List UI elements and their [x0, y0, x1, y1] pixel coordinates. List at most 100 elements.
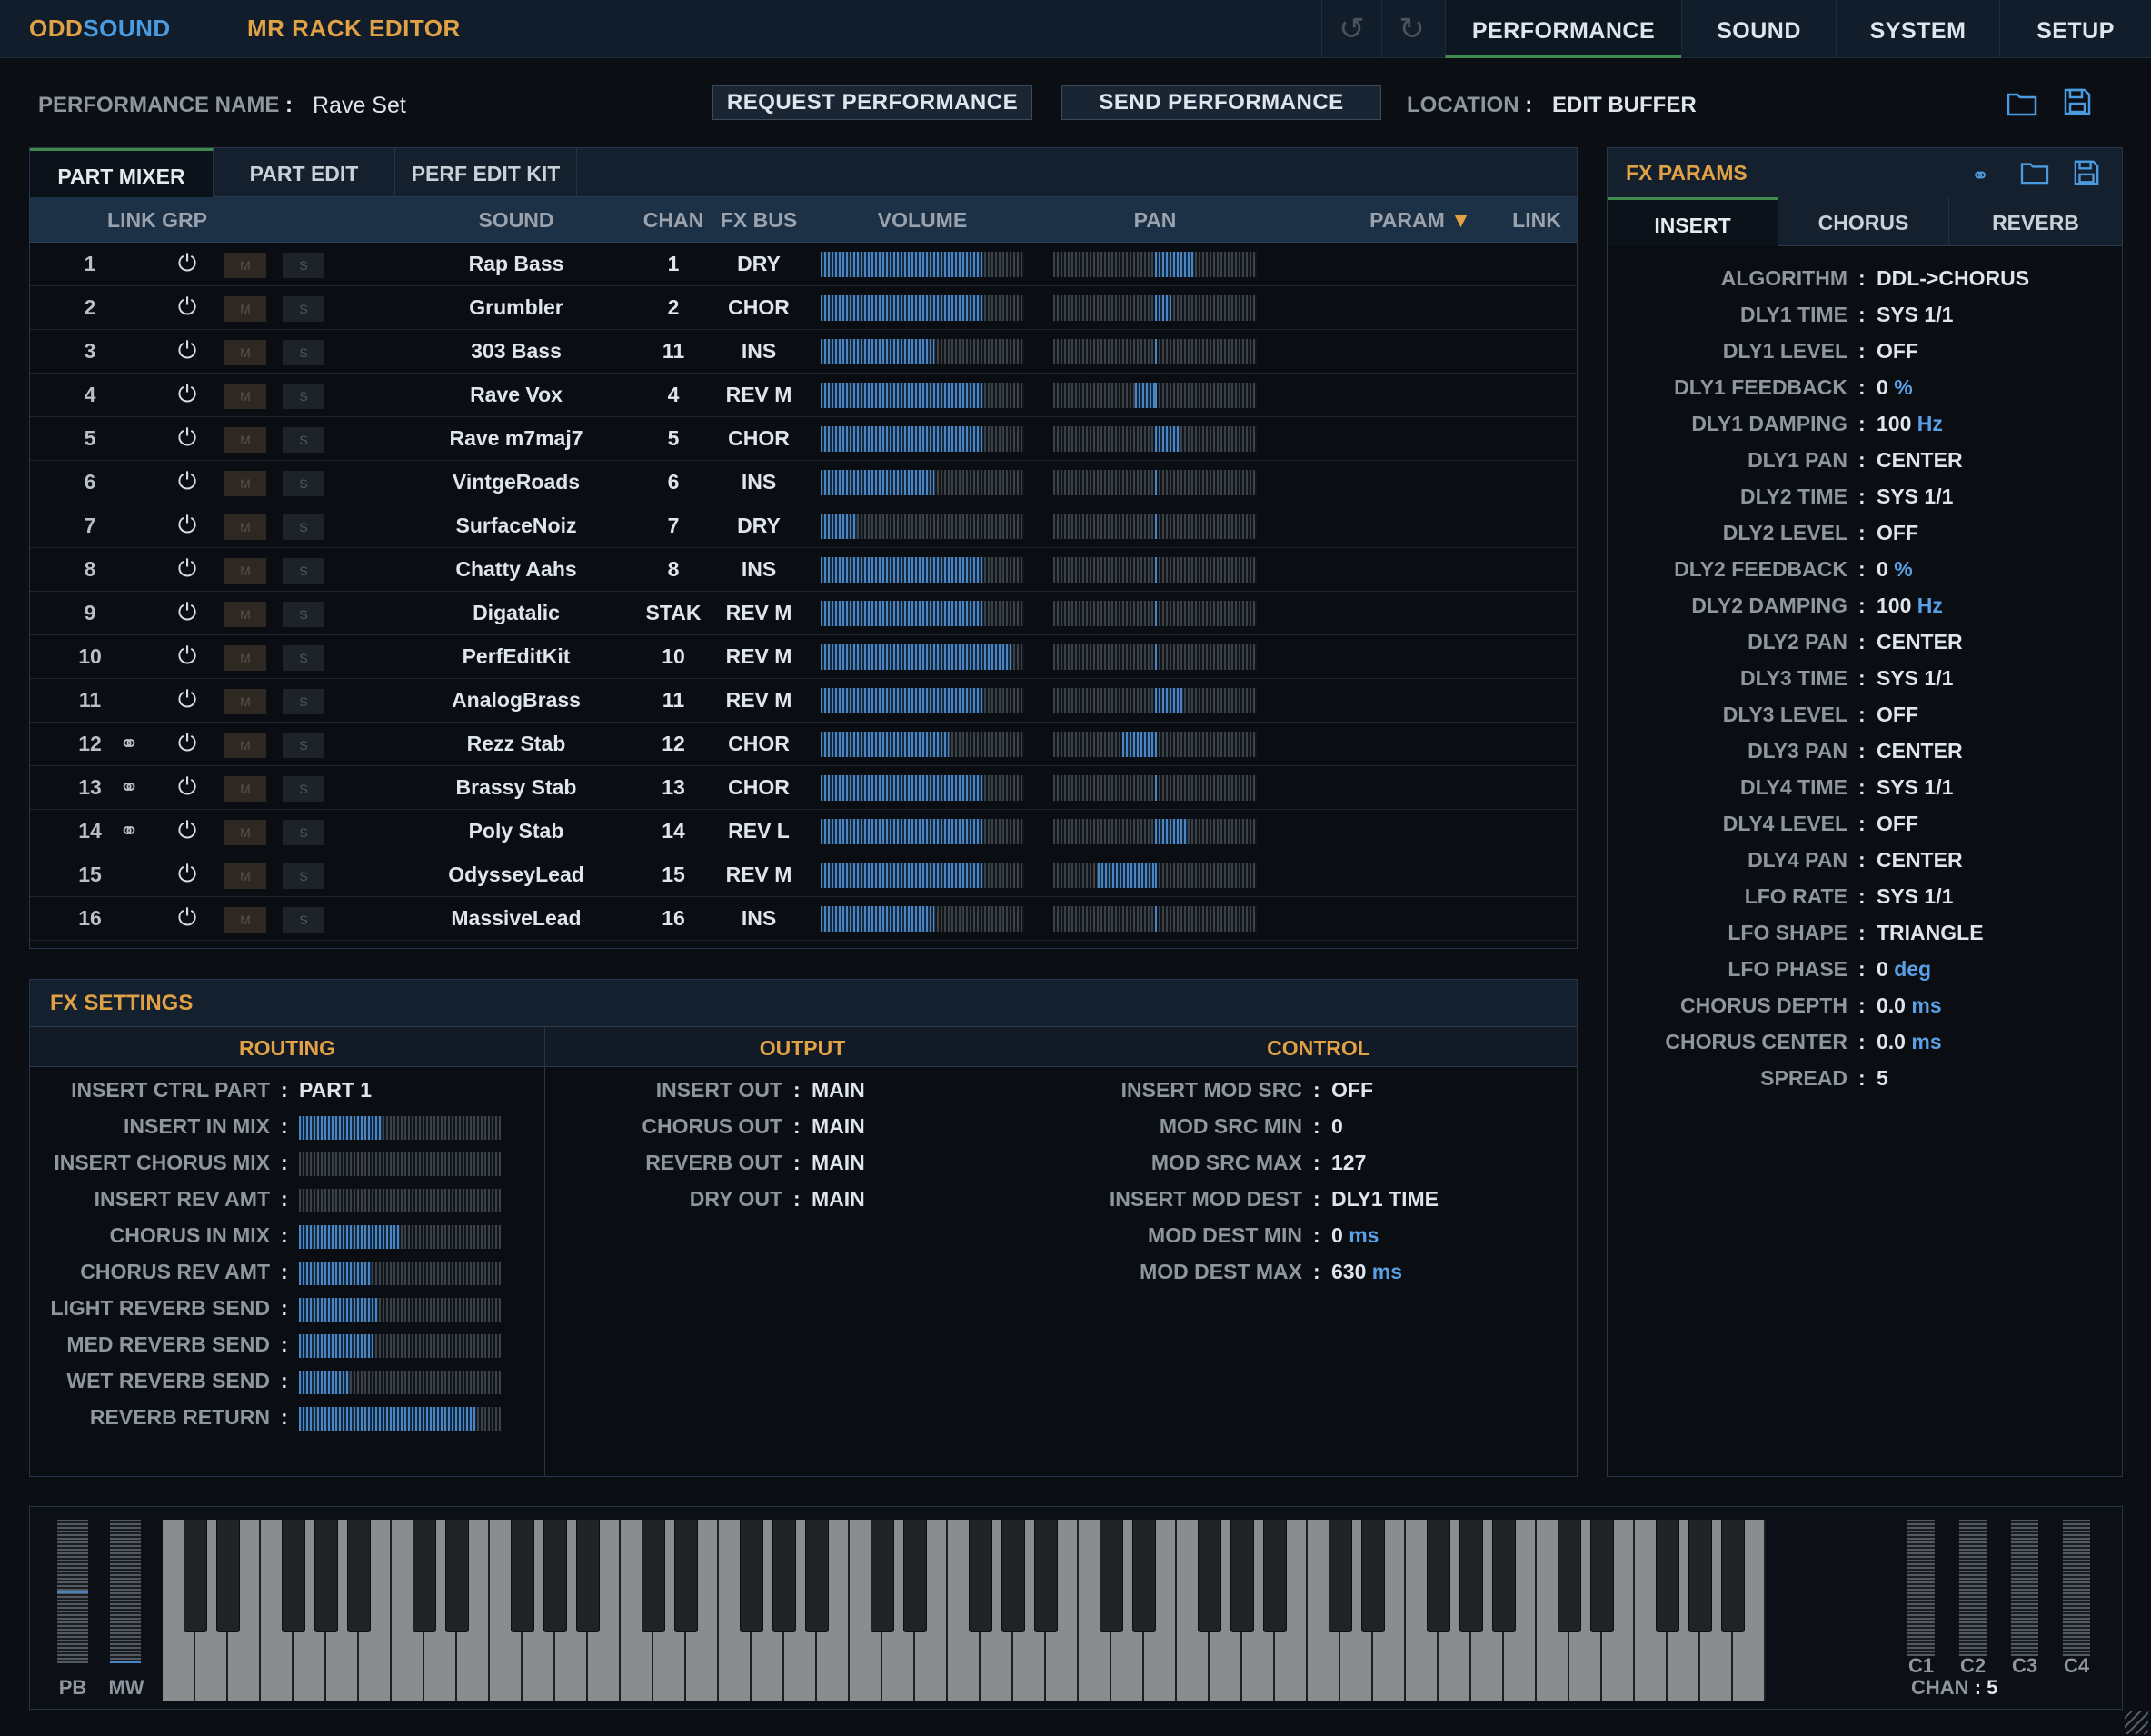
routing-level-slider[interactable]	[299, 1298, 501, 1322]
sound-name[interactable]: Rap Bass	[393, 252, 639, 276]
volume-slider[interactable]	[821, 819, 1024, 844]
channel[interactable]: 13	[637, 775, 710, 800]
power-icon[interactable]: ⏻	[175, 685, 199, 713]
black-key[interactable]	[1198, 1520, 1221, 1632]
undo-icon[interactable]: ↺	[1321, 0, 1381, 58]
channel[interactable]: 2	[637, 295, 710, 320]
tab-chorus[interactable]: CHORUS	[1778, 197, 1949, 246]
fx-bus[interactable]: INS	[713, 906, 804, 931]
pan-slider[interactable]	[1053, 295, 1257, 321]
fx-param-value[interactable]: OFF	[1877, 812, 1918, 836]
power-icon[interactable]: ⏻	[175, 249, 199, 276]
black-key[interactable]	[445, 1520, 469, 1632]
mod-wheel[interactable]	[110, 1520, 141, 1663]
black-key[interactable]	[216, 1520, 240, 1632]
black-key[interactable]	[1688, 1520, 1712, 1632]
performance-name-field[interactable]: Rave Set	[313, 93, 406, 119]
mute-button[interactable]: M	[224, 602, 266, 627]
black-key[interactable]	[871, 1520, 894, 1632]
power-icon[interactable]: ⏻	[175, 424, 199, 451]
black-key[interactable]	[511, 1520, 534, 1632]
black-key[interactable]	[1492, 1520, 1516, 1632]
power-icon[interactable]: ⏻	[175, 903, 199, 931]
sound-name[interactable]: Rezz Stab	[393, 732, 639, 756]
routing-level-slider[interactable]	[299, 1225, 501, 1249]
control-value[interactable]: 0 ms	[1331, 1223, 1379, 1248]
mute-button[interactable]: M	[224, 296, 266, 322]
fx-param-value[interactable]: CENTER	[1877, 630, 1963, 654]
save-icon[interactable]	[2063, 87, 2092, 121]
black-key[interactable]	[805, 1520, 829, 1632]
controller-strip[interactable]	[1959, 1520, 1987, 1656]
send-performance-button[interactable]: SEND PERFORMANCE	[1061, 85, 1381, 120]
sound-name[interactable]: MassiveLead	[393, 906, 639, 931]
mute-button[interactable]: M	[224, 689, 266, 714]
link-icon[interactable]: ⚭	[1971, 163, 1989, 189]
fx-bus[interactable]: CHOR	[713, 426, 804, 451]
power-icon[interactable]: ⏻	[175, 467, 199, 494]
channel[interactable]: 11	[637, 339, 710, 364]
control-value[interactable]: OFF	[1331, 1078, 1373, 1102]
black-key[interactable]	[1001, 1520, 1025, 1632]
channel[interactable]: 16	[637, 906, 710, 931]
black-key[interactable]	[740, 1520, 763, 1632]
mute-button[interactable]: M	[224, 645, 266, 671]
channel[interactable]: 11	[637, 688, 710, 713]
power-icon[interactable]: ⏻	[175, 598, 199, 625]
fx-bus[interactable]: REV M	[713, 688, 804, 713]
black-key[interactable]	[772, 1520, 796, 1632]
fx-bus[interactable]: REV M	[713, 863, 804, 887]
solo-button[interactable]: S	[283, 602, 324, 627]
output-value[interactable]: MAIN	[812, 1114, 865, 1139]
mute-button[interactable]: M	[224, 471, 266, 496]
controller-strip[interactable]	[2011, 1520, 2038, 1656]
tab-insert[interactable]: INSERT	[1608, 197, 1778, 246]
pan-slider[interactable]	[1053, 906, 1257, 932]
solo-button[interactable]: S	[283, 733, 324, 758]
fx-param-value[interactable]: CENTER	[1877, 848, 1963, 873]
mute-button[interactable]: M	[224, 863, 266, 889]
pan-slider[interactable]	[1053, 252, 1257, 277]
black-key[interactable]	[1721, 1520, 1745, 1632]
pan-slider[interactable]	[1053, 470, 1257, 495]
volume-slider[interactable]	[821, 601, 1024, 626]
fx-param-value[interactable]: SYS 1/1	[1877, 884, 1953, 909]
sound-name[interactable]: AnalogBrass	[393, 688, 639, 713]
volume-slider[interactable]	[821, 383, 1024, 408]
solo-button[interactable]: S	[283, 340, 324, 365]
black-key[interactable]	[1329, 1520, 1352, 1632]
pan-slider[interactable]	[1053, 688, 1257, 713]
black-key[interactable]	[184, 1520, 207, 1632]
pan-slider[interactable]	[1053, 819, 1257, 844]
fx-param-value[interactable]: DDL->CHORUS	[1877, 266, 2029, 291]
solo-button[interactable]: S	[283, 471, 324, 496]
fx-param-value[interactable]: 100 Hz	[1877, 412, 1943, 436]
pan-slider[interactable]	[1053, 644, 1257, 670]
routing-level-slider[interactable]	[299, 1371, 501, 1394]
pan-slider[interactable]	[1053, 601, 1257, 626]
solo-button[interactable]: S	[283, 776, 324, 802]
request-performance-button[interactable]: REQUEST PERFORMANCE	[712, 85, 1032, 120]
mute-button[interactable]: M	[224, 253, 266, 278]
volume-slider[interactable]	[821, 906, 1024, 932]
sound-name[interactable]: PerfEditKit	[393, 644, 639, 669]
tab-reverb[interactable]: REVERB	[1949, 197, 2122, 246]
black-key[interactable]	[1590, 1520, 1614, 1632]
channel[interactable]: 12	[637, 732, 710, 756]
power-icon[interactable]: ⏻	[175, 336, 199, 364]
routing-level-slider[interactable]	[299, 1407, 501, 1431]
black-key[interactable]	[642, 1520, 665, 1632]
pan-slider[interactable]	[1053, 426, 1257, 452]
resize-grip-icon[interactable]	[2125, 1711, 2148, 1734]
black-key[interactable]	[1361, 1520, 1385, 1632]
mute-button[interactable]: M	[224, 340, 266, 365]
controller-strip[interactable]	[1907, 1520, 1935, 1656]
sound-name[interactable]: Brassy Stab	[393, 775, 639, 800]
black-key[interactable]	[969, 1520, 992, 1632]
fx-param-value[interactable]: TRIANGLE	[1877, 921, 1984, 945]
fx-bus[interactable]: REV M	[713, 644, 804, 669]
black-key[interactable]	[282, 1520, 305, 1632]
tab-sound[interactable]: SOUND	[1681, 0, 1836, 58]
black-key[interactable]	[347, 1520, 371, 1632]
volume-slider[interactable]	[821, 644, 1024, 670]
